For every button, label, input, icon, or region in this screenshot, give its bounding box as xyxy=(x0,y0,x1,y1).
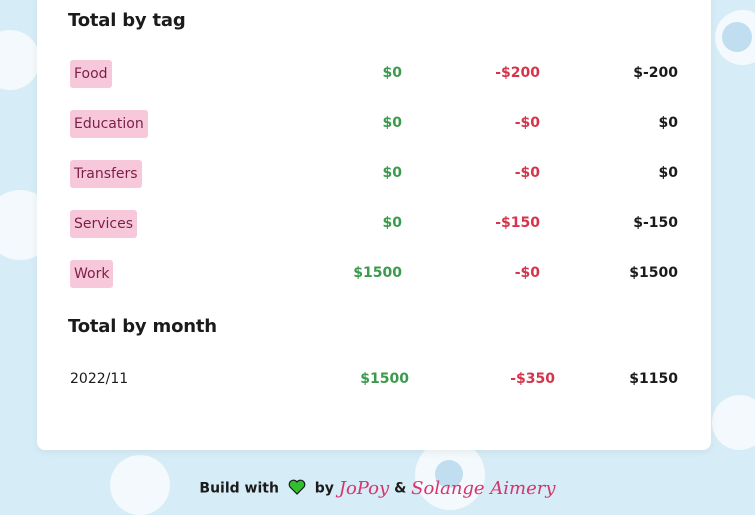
tag-total-value: $0 xyxy=(658,115,678,131)
background-flower xyxy=(712,395,755,450)
tag-total-value: $-200 xyxy=(633,65,678,81)
tag-income-value: $0 xyxy=(382,215,402,231)
tag-expense-value: -$150 xyxy=(495,215,540,231)
tag-income-value: $0 xyxy=(382,65,402,81)
total-by-month-heading: Total by month xyxy=(68,316,217,337)
footer-by: by xyxy=(314,480,334,497)
month-total-value: $1150 xyxy=(629,371,678,387)
tag-chip: Services xyxy=(70,210,138,238)
heart-icon xyxy=(288,479,306,499)
footer: Build with by JoPoy & Solange Aimery xyxy=(0,478,755,508)
month-label: 2022/11 xyxy=(70,371,129,387)
footer-build-with: Build with xyxy=(199,480,279,497)
tag-expense-value: -$0 xyxy=(514,265,540,281)
tag-total-value: $-150 xyxy=(633,215,678,231)
footer-ampersand: & xyxy=(394,480,407,497)
tag-total-value: $1500 xyxy=(629,265,678,281)
background-flower xyxy=(0,30,40,90)
tag-income-value: $1500 xyxy=(353,265,402,281)
background-flower-center xyxy=(722,22,752,52)
tag-total-value: $0 xyxy=(658,165,678,181)
month-expense-value: -$350 xyxy=(510,371,555,387)
tag-chip: Education xyxy=(70,110,148,138)
total-by-tag-heading: Total by tag xyxy=(68,10,186,31)
month-income-value: $1500 xyxy=(360,371,409,387)
tag-expense-value: -$0 xyxy=(514,165,540,181)
tag-chip: Transfers xyxy=(70,160,142,188)
tag-chip: Food xyxy=(70,60,112,88)
tag-income-value: $0 xyxy=(382,115,402,131)
tag-expense-value: -$0 xyxy=(514,115,540,131)
author-solange-link[interactable]: Solange Aimery xyxy=(411,478,555,499)
tag-expense-value: -$200 xyxy=(495,65,540,81)
author-jopoy-link[interactable]: JoPoy xyxy=(339,478,389,499)
tag-chip: Work xyxy=(70,260,114,288)
tag-income-value: $0 xyxy=(382,165,402,181)
